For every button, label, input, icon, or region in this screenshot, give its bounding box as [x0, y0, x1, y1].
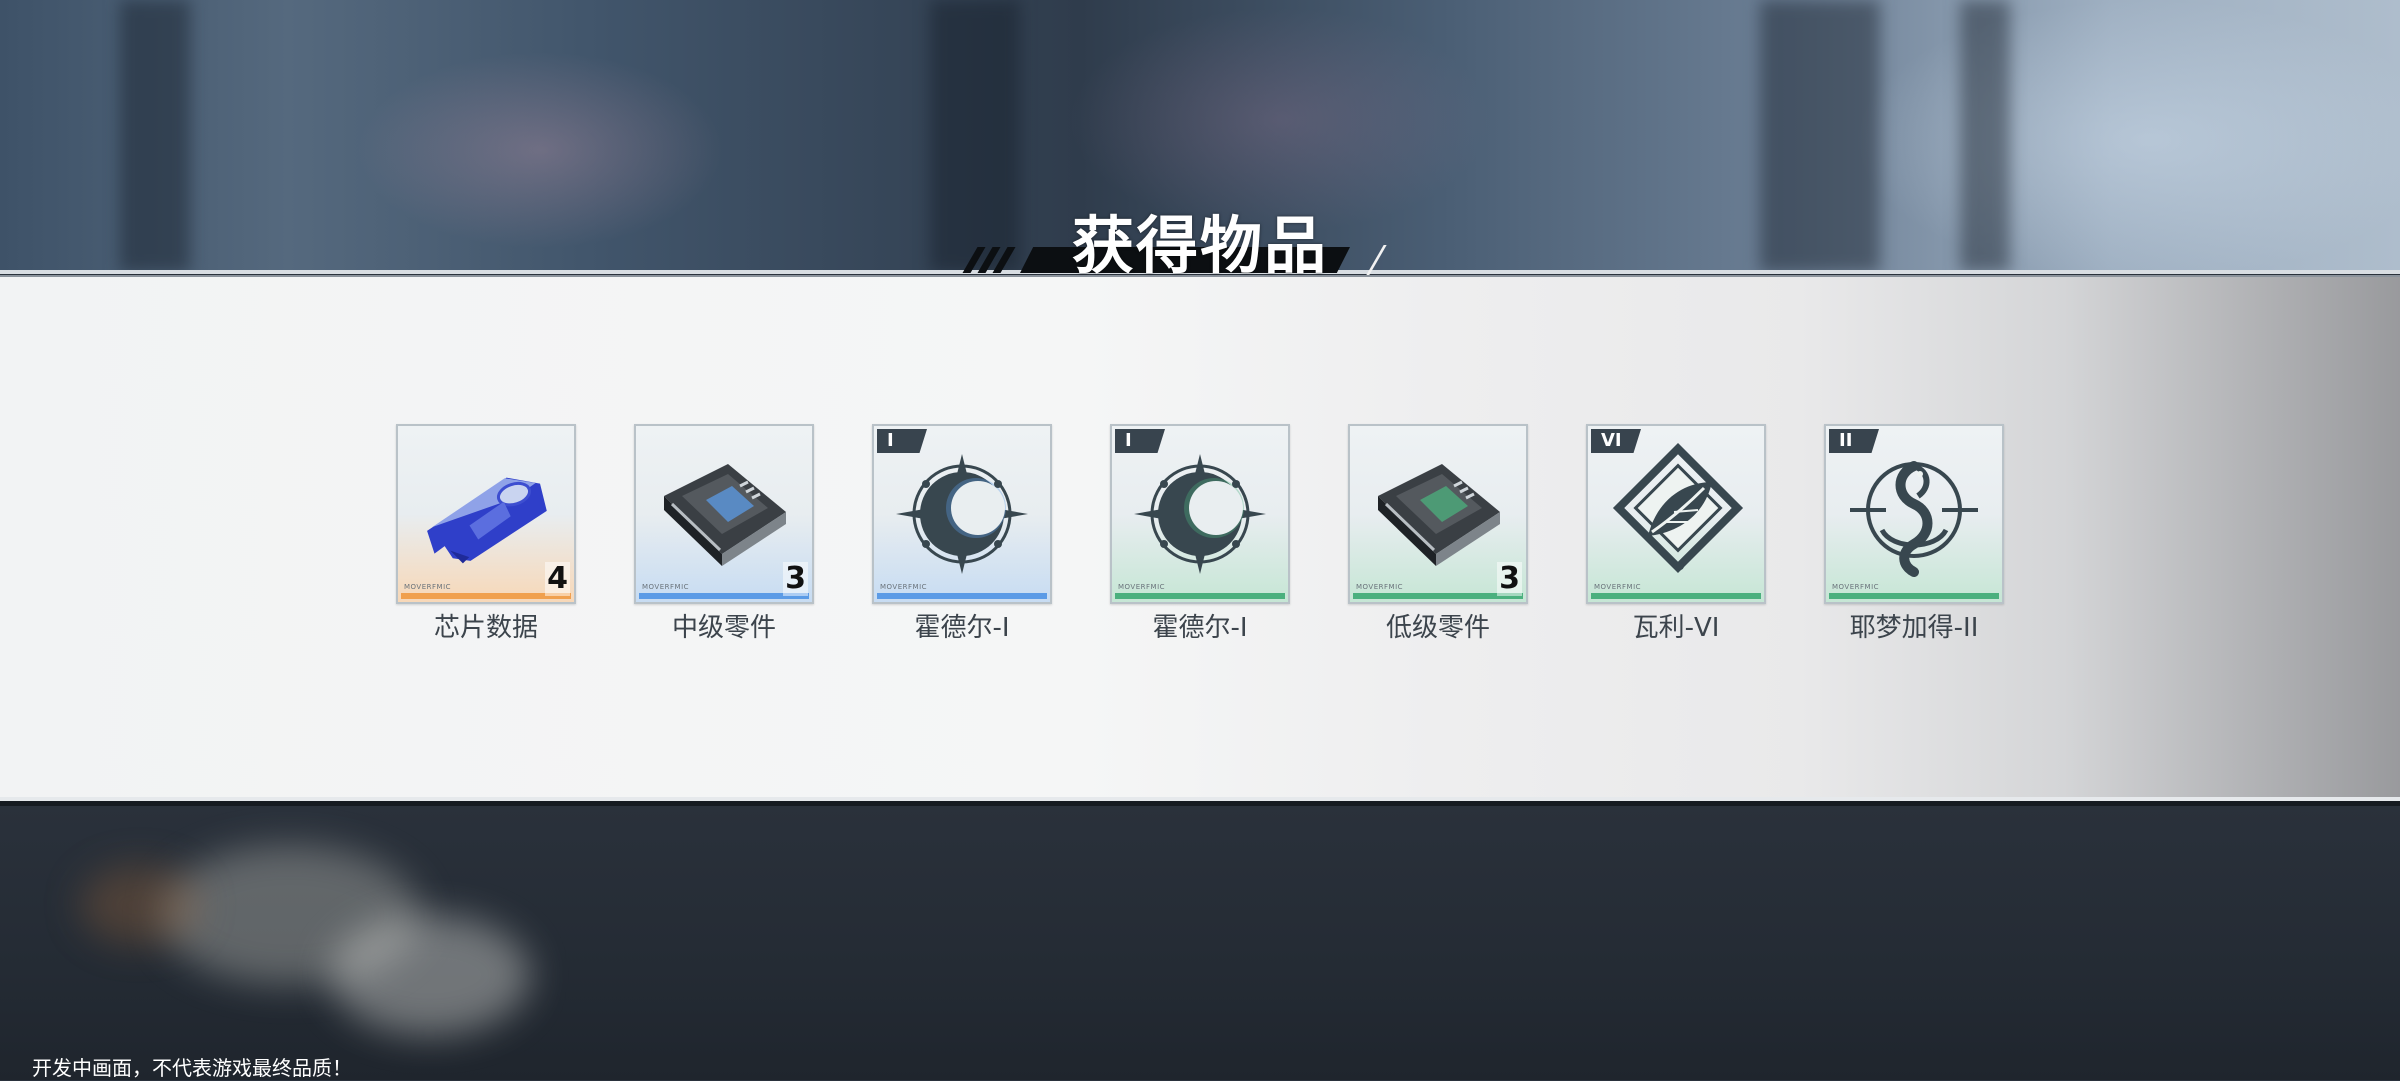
reward-item-card[interactable]: MOVERFMIC 4: [396, 424, 576, 604]
reward-item-name: 芯片数据: [433, 613, 538, 643]
quality-bar: [1115, 593, 1285, 599]
card-brand-text: MOVERFMIC: [1118, 583, 1166, 591]
quality-bar: [1829, 593, 1999, 599]
band-bottom-divider: [0, 801, 2400, 806]
reward-item[interactable]: VI MOVERFMIC 瓦利-VI: [1586, 424, 1766, 644]
reward-item-name: 霍德尔-I: [914, 613, 1010, 643]
reward-item-card[interactable]: MOVERFMIC 3: [1348, 424, 1528, 604]
reward-item-card[interactable]: I MOVERFMIC: [1110, 424, 1290, 604]
background-scene-bottom: [0, 805, 2400, 1080]
reward-item[interactable]: MOVERFMIC 4 芯片数据: [396, 424, 576, 644]
reward-item[interactable]: I MOVERFMIC 霍德尔-I: [872, 424, 1052, 644]
reward-item[interactable]: I MOVERFMIC 霍德尔-I: [1110, 424, 1290, 644]
reward-item-card[interactable]: I MOVERFMIC: [872, 424, 1052, 604]
dev-disclaimer: 开发中画面，不代表游戏最终品质！: [32, 1056, 352, 1080]
quality-bar: [877, 593, 1047, 599]
tier-badge: I: [1115, 429, 1165, 453]
reward-item[interactable]: II MOVERFMIC 耶梦加得-II: [1824, 424, 2004, 644]
tier-badge: VI: [1591, 429, 1641, 453]
reward-item[interactable]: MOVERFMIC 3 低级零件: [1348, 424, 1528, 644]
card-brand-text: MOVERFMIC: [404, 583, 452, 591]
tier-badge: I: [877, 429, 927, 453]
card-brand-text: MOVERFMIC: [1832, 583, 1880, 591]
reward-item[interactable]: MOVERFMIC 3 中级零件: [634, 424, 814, 644]
reward-item-card[interactable]: VI MOVERFMIC: [1586, 424, 1766, 604]
reward-item-card[interactable]: II MOVERFMIC: [1824, 424, 2004, 604]
item-count: 3: [1497, 561, 1522, 596]
reward-item-name: 中级零件: [671, 613, 776, 643]
item-count: 3: [783, 561, 808, 596]
reward-item-name: 瓦利-VI: [1632, 613, 1720, 643]
reward-item-name: 霍德尔-I: [1152, 613, 1248, 643]
dialog-title: 获得物品: [1071, 209, 1328, 282]
card-brand-text: MOVERFMIC: [642, 583, 690, 591]
quality-bar: [1591, 593, 1761, 599]
reward-item-name: 低级零件: [1385, 613, 1490, 643]
dialog-title-banner: 获得物品: [960, 195, 1390, 282]
reward-item-name: 耶梦加得-II: [1849, 613, 1979, 643]
reward-item-card[interactable]: MOVERFMIC 3: [634, 424, 814, 604]
card-brand-text: MOVERFMIC: [1356, 583, 1404, 591]
card-brand-text: MOVERFMIC: [1594, 583, 1642, 591]
item-count: 4: [545, 561, 570, 596]
tier-badge: II: [1829, 429, 1879, 453]
card-brand-text: MOVERFMIC: [880, 583, 928, 591]
